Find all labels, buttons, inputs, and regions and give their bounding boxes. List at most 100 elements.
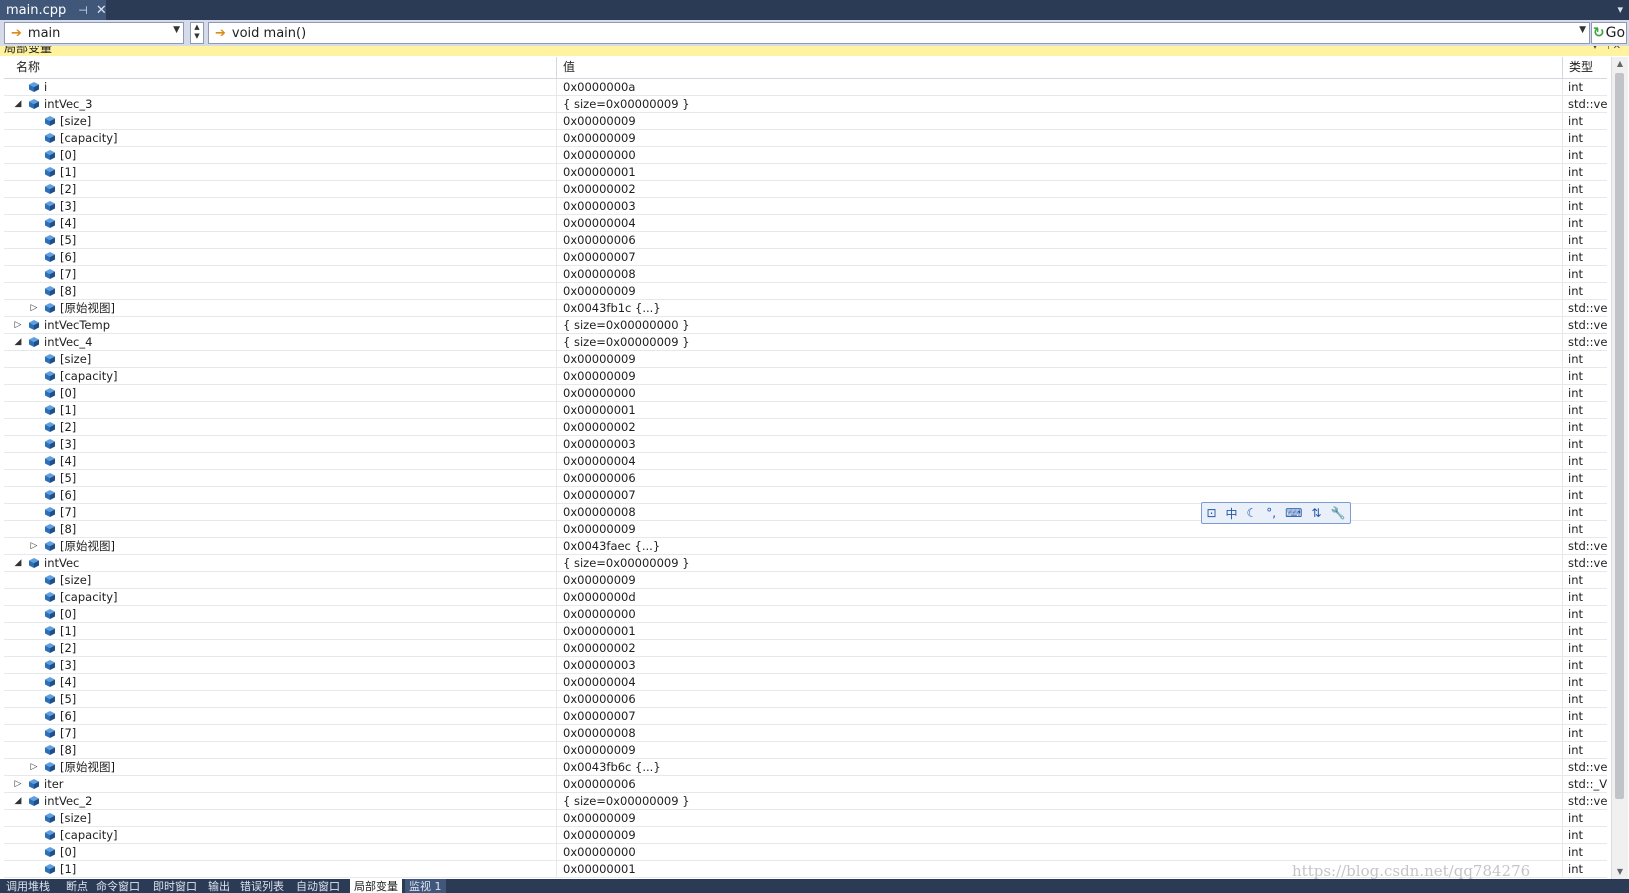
locals-row[interactable]: ▷ [原始视图] 0x0043fb1c {...}std::vect	[4, 300, 1607, 317]
value-cell[interactable]: 0x00000007	[556, 487, 1562, 503]
locals-row[interactable]: [size] 0x00000009 int	[4, 113, 1607, 130]
ime-simplified-icon[interactable]: ⇅	[1311, 506, 1321, 520]
value-cell[interactable]: 0x00000007	[556, 249, 1562, 265]
ime-settings-wrench-icon[interactable]: 🔧	[1330, 506, 1345, 520]
go-button[interactable]: ↻ Go	[1591, 22, 1627, 44]
locals-row[interactable]: [7] 0x00000008 int	[4, 725, 1607, 742]
locals-row[interactable]: [5] 0x00000006 int	[4, 470, 1607, 487]
expand-arrow-icon[interactable]: ▷	[28, 300, 40, 316]
value-cell[interactable]: 0x00000008	[556, 725, 1562, 741]
tool-tab[interactable]: 监视 1	[405, 879, 446, 893]
locals-row[interactable]: [size] 0x00000009 int	[4, 351, 1607, 368]
value-cell[interactable]: { size=0x00000009 }	[556, 793, 1562, 809]
scope-spinner[interactable]: ▲ ▼	[190, 22, 204, 44]
locals-row[interactable]: [8] 0x00000009 int	[4, 283, 1607, 300]
value-cell[interactable]: 0x00000003	[556, 657, 1562, 673]
value-cell[interactable]: 0x0043fb6c {...}	[556, 759, 1562, 775]
locals-row[interactable]: [8] 0x00000009 int	[4, 742, 1607, 759]
locals-row[interactable]: [1] 0x00000001 int	[4, 164, 1607, 181]
value-cell[interactable]: 0x00000001	[556, 623, 1562, 639]
scroll-up-icon[interactable]: ▲	[1612, 57, 1628, 71]
value-cell[interactable]: 0x00000009	[556, 283, 1562, 299]
locals-row[interactable]: ◢ intVec_3 { size=0x00000009 }std::vect	[4, 96, 1607, 113]
locals-row[interactable]: [6] 0x00000007 int	[4, 708, 1607, 725]
locals-row[interactable]: [2] 0x00000002 int	[4, 181, 1607, 198]
locals-row[interactable]: ▷ [原始视图] 0x0043fb6c {...}std::vect	[4, 759, 1607, 776]
locals-row[interactable]: [0] 0x00000000 int	[4, 385, 1607, 402]
locals-row[interactable]: [2] 0x00000002 int	[4, 419, 1607, 436]
ime-toolbar[interactable]: ⊡ 中 ☾ °, ⌨ ⇅ 🔧	[1201, 502, 1351, 524]
locals-row[interactable]: [6] 0x00000007 int	[4, 249, 1607, 266]
locals-row[interactable]: [7] 0x00000008 int	[4, 504, 1607, 521]
locals-row[interactable]: [3] 0x00000003 int	[4, 198, 1607, 215]
value-cell[interactable]: 0x00000000	[556, 385, 1562, 401]
value-cell[interactable]: 0x00000006	[556, 776, 1562, 792]
value-cell[interactable]: { size=0x00000009 }	[556, 555, 1562, 571]
locals-row[interactable]: [8] 0x00000009 int	[4, 521, 1607, 538]
locals-row[interactable]: [1] 0x00000001 int	[4, 623, 1607, 640]
value-cell[interactable]: 0x00000004	[556, 674, 1562, 690]
value-cell[interactable]: 0x00000006	[556, 470, 1562, 486]
value-cell[interactable]: 0x00000009	[556, 827, 1562, 843]
locals-row[interactable]: [0] 0x00000000 int	[4, 844, 1607, 861]
value-cell[interactable]: 0x00000001	[556, 164, 1562, 180]
locals-row[interactable]: [0] 0x00000000 int	[4, 147, 1607, 164]
locals-row[interactable]: [0] 0x00000000 int	[4, 606, 1607, 623]
collapse-arrow-icon[interactable]: ◢	[12, 334, 24, 350]
value-cell[interactable]: 0x00000009	[556, 572, 1562, 588]
tool-tab[interactable]: 调用堆栈	[2, 879, 54, 893]
expand-arrow-icon[interactable]: ▷	[28, 759, 40, 775]
locals-row[interactable]: [7] 0x00000008 int	[4, 266, 1607, 283]
locals-row[interactable]: [6] 0x00000007 int	[4, 487, 1607, 504]
value-cell[interactable]: 0x0043faec {...}	[556, 538, 1562, 554]
locals-row[interactable]: [capacity] 0x00000009 int	[4, 130, 1607, 147]
locals-row[interactable]: [3] 0x00000003 int	[4, 436, 1607, 453]
value-cell[interactable]: { size=0x00000000 }	[556, 317, 1562, 333]
value-cell[interactable]: 0x00000006	[556, 232, 1562, 248]
value-cell[interactable]: { size=0x00000009 }	[556, 334, 1562, 350]
value-cell[interactable]: 0x00000003	[556, 436, 1562, 452]
expand-arrow-icon[interactable]: ▷	[12, 776, 24, 792]
value-cell[interactable]: 0x00000002	[556, 181, 1562, 197]
ime-keyboard-icon[interactable]: ⌨	[1285, 506, 1302, 520]
value-cell[interactable]: 0x00000000	[556, 147, 1562, 163]
tool-tab[interactable]: 自动窗口	[292, 879, 344, 893]
locals-row[interactable]: [5] 0x00000006 int	[4, 691, 1607, 708]
value-cell[interactable]: 0x0043fb1c {...}	[556, 300, 1562, 316]
value-cell[interactable]: 0x00000009	[556, 521, 1562, 537]
tool-tab[interactable]: 输出	[204, 879, 234, 893]
pin-icon[interactable]: ⊣	[78, 4, 88, 17]
column-header-name[interactable]: 名称	[10, 57, 556, 78]
value-cell[interactable]: 0x00000008	[556, 266, 1562, 282]
value-cell[interactable]: 0x0000000a	[556, 79, 1562, 95]
function-dropdown[interactable]: ➔ void main() ▼	[208, 22, 1590, 44]
locals-row[interactable]: i 0x0000000a int	[4, 79, 1607, 96]
ime-halfwidth-moon-icon[interactable]: ☾	[1247, 506, 1258, 520]
locals-row[interactable]: ◢ intVec_2 { size=0x00000009 }std::vect	[4, 793, 1607, 810]
document-tab-main-cpp[interactable]: main.cpp ⊣ ✕	[0, 0, 107, 20]
value-cell[interactable]: 0x00000008	[556, 504, 1562, 520]
value-cell[interactable]: 0x00000009	[556, 742, 1562, 758]
value-cell[interactable]: 0x00000009	[556, 130, 1562, 146]
locals-row[interactable]: [1] 0x00000001 int	[4, 402, 1607, 419]
locals-row[interactable]: [4] 0x00000004 int	[4, 215, 1607, 232]
locals-row[interactable]: [capacity] 0x0000000d int	[4, 589, 1607, 606]
locals-row[interactable]: [4] 0x00000004 int	[4, 453, 1607, 470]
chevron-down-icon[interactable]: ▾	[1617, 3, 1623, 16]
value-cell[interactable]: 0x00000003	[556, 198, 1562, 214]
value-cell[interactable]: { size=0x00000009 }	[556, 96, 1562, 112]
scrollbar-thumb[interactable]	[1615, 73, 1624, 799]
value-cell[interactable]: 0x00000000	[556, 844, 1562, 860]
tool-tab[interactable]: 断点	[62, 879, 92, 893]
scope-dropdown[interactable]: ➔ main ▼	[4, 22, 184, 44]
tool-tab[interactable]: 错误列表	[236, 879, 288, 893]
scroll-down-icon[interactable]: ▼	[1612, 865, 1628, 879]
locals-row[interactable]: ◢ intVec { size=0x00000009 }std::vect	[4, 555, 1607, 572]
locals-row[interactable]: [5] 0x00000006 int	[4, 232, 1607, 249]
collapse-arrow-icon[interactable]: ◢	[12, 96, 24, 112]
collapse-arrow-icon[interactable]: ◢	[12, 793, 24, 809]
locals-row[interactable]: [capacity] 0x00000009 int	[4, 368, 1607, 385]
locals-row[interactable]: [capacity] 0x00000009 int	[4, 827, 1607, 844]
value-cell[interactable]: 0x00000002	[556, 419, 1562, 435]
value-cell[interactable]: 0x00000002	[556, 640, 1562, 656]
